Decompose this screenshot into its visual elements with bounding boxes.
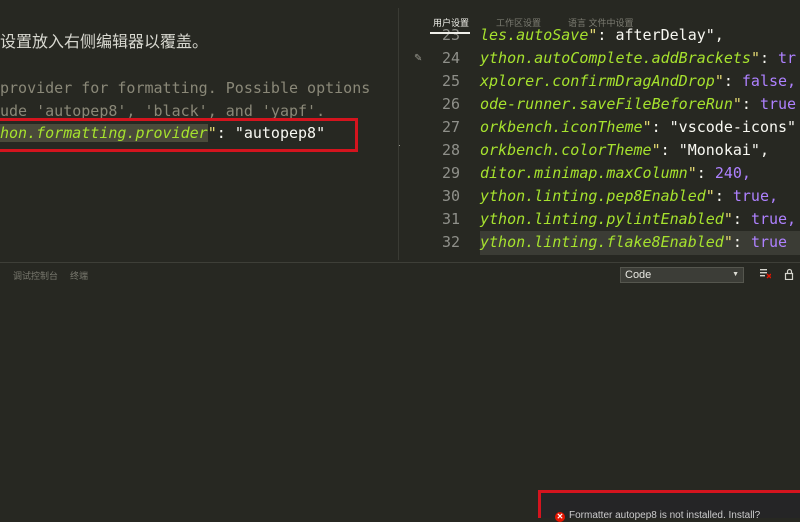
default-settings-editor[interactable]: 设置放入右侧编辑器以覆盖。 provider for formatting. P… (0, 0, 398, 262)
key-quote: " (723, 210, 733, 228)
tab-terminal[interactable]: 终端 (70, 269, 88, 282)
setting-value: tr (778, 49, 797, 67)
editor-split-divider[interactable] (398, 8, 399, 260)
chevron-down-icon: ▼ (732, 271, 739, 278)
tab-language-settings[interactable]: 语言 文件中设置 (568, 16, 634, 29)
tab-workspace-settings[interactable]: 工作区设置 (496, 16, 541, 29)
setting-key: ditor.minimap.maxColumn (480, 164, 688, 182)
colon: : (660, 141, 679, 159)
user-settings-editor[interactable]: ✎ 23 24 25 26 27 28 29 30 31 32 les.autoSave": af… (400, 0, 800, 262)
override-hint-text: 设置放入右侧编辑器以覆盖。 (0, 34, 209, 51)
line-number: 27 (441, 118, 460, 136)
setting-value: true, (732, 187, 779, 205)
setting-key: orkbench.iconTheme (480, 118, 643, 136)
code-line[interactable]: ditor.minimap.maxColumn": 240, (480, 164, 751, 182)
colon: : (732, 210, 751, 228)
output-channel-value: Code (625, 269, 652, 281)
code-line[interactable]: orkbench.iconTheme": "vscode-icons" (480, 118, 796, 136)
code-line[interactable]: ython.linting.flake8Enabled": true (480, 233, 787, 251)
line-number: 28 (441, 141, 460, 159)
key-quote: " (705, 187, 715, 205)
colon: : (651, 118, 670, 136)
colon: : (696, 164, 715, 182)
settings-tab-bar: 用户设置 工作区设置 语言 文件中设置 (400, 0, 800, 40)
line-number: 32 (441, 233, 460, 251)
output-panel: 调试控制台 终端 Code ▼ (0, 263, 800, 518)
setting-key: ython.linting.pep8Enabled (480, 187, 706, 205)
code-line[interactable]: orkbench.colorTheme": "Monokai", (480, 141, 769, 159)
active-tab-underline (430, 32, 470, 34)
key-quote: " (651, 141, 661, 159)
setting-value: true, (750, 210, 797, 228)
code-line[interactable]: ython.autoComplete.addBrackets": tr (480, 49, 796, 67)
colon: : (714, 187, 733, 205)
setting-value: 240, (714, 164, 751, 182)
notification-message: Formatter autopep8 is not installed. Ins… (569, 510, 761, 521)
line-number: 29 (441, 164, 460, 182)
colon: : (741, 95, 760, 113)
colon: : (732, 233, 751, 251)
setting-description-line-1: provider for formatting. Possible option… (0, 79, 371, 97)
key-quote: " (723, 233, 733, 251)
setting-value: "vscode-icons" (669, 118, 797, 136)
code-line[interactable]: ython.linting.pep8Enabled": true, (480, 187, 778, 205)
code-line[interactable]: xplorer.confirmDragAndDrop": false, (480, 72, 796, 90)
setting-value: "Monokai", (678, 141, 769, 159)
line-number: 25 (441, 72, 460, 90)
tab-user-settings[interactable]: 用户设置 (433, 16, 469, 29)
setting-value: true (750, 233, 788, 251)
notification-toast[interactable]: ✕ Formatter autopep8 is not installed. I… (538, 490, 800, 522)
setting-description-line-2: ude 'autopep8', 'black', and 'yapf'. (0, 102, 326, 118)
lock-icon[interactable] (784, 268, 796, 280)
colon: : (759, 49, 779, 67)
key-quote: " (732, 95, 742, 113)
line-number: 26 (441, 95, 460, 113)
setting-key: ode-runner.saveFileBeforeRun (480, 95, 733, 113)
key-quote: " (687, 164, 697, 182)
line-number: 24 (441, 49, 460, 67)
highlight-box (0, 118, 358, 152)
code-line[interactable]: ython.linting.pylintEnabled": true, (480, 210, 796, 228)
key-quote: " (750, 49, 760, 67)
tab-debug-console[interactable]: 调试控制台 (13, 269, 58, 282)
error-icon: ✕ (555, 512, 565, 522)
setting-key: ython.autoComplete.addBrackets (480, 49, 751, 67)
setting-key: ython.linting.pylintEnabled (480, 210, 724, 228)
setting-value: false, (741, 72, 797, 90)
setting-key: xplorer.confirmDragAndDrop (480, 72, 715, 90)
setting-key: ython.linting.flake8Enabled (480, 233, 724, 251)
line-number: 31 (441, 210, 460, 228)
output-channel-select[interactable]: Code ▼ (620, 267, 744, 283)
setting-value: true (759, 95, 797, 113)
line-number: 30 (441, 187, 460, 205)
key-quote: " (642, 118, 652, 136)
setting-key: orkbench.colorTheme (480, 141, 652, 159)
key-quote: " (714, 72, 724, 90)
code-line[interactable]: ode-runner.saveFileBeforeRun": true (480, 95, 796, 113)
clear-output-icon[interactable] (760, 268, 771, 279)
colon: : (723, 72, 742, 90)
